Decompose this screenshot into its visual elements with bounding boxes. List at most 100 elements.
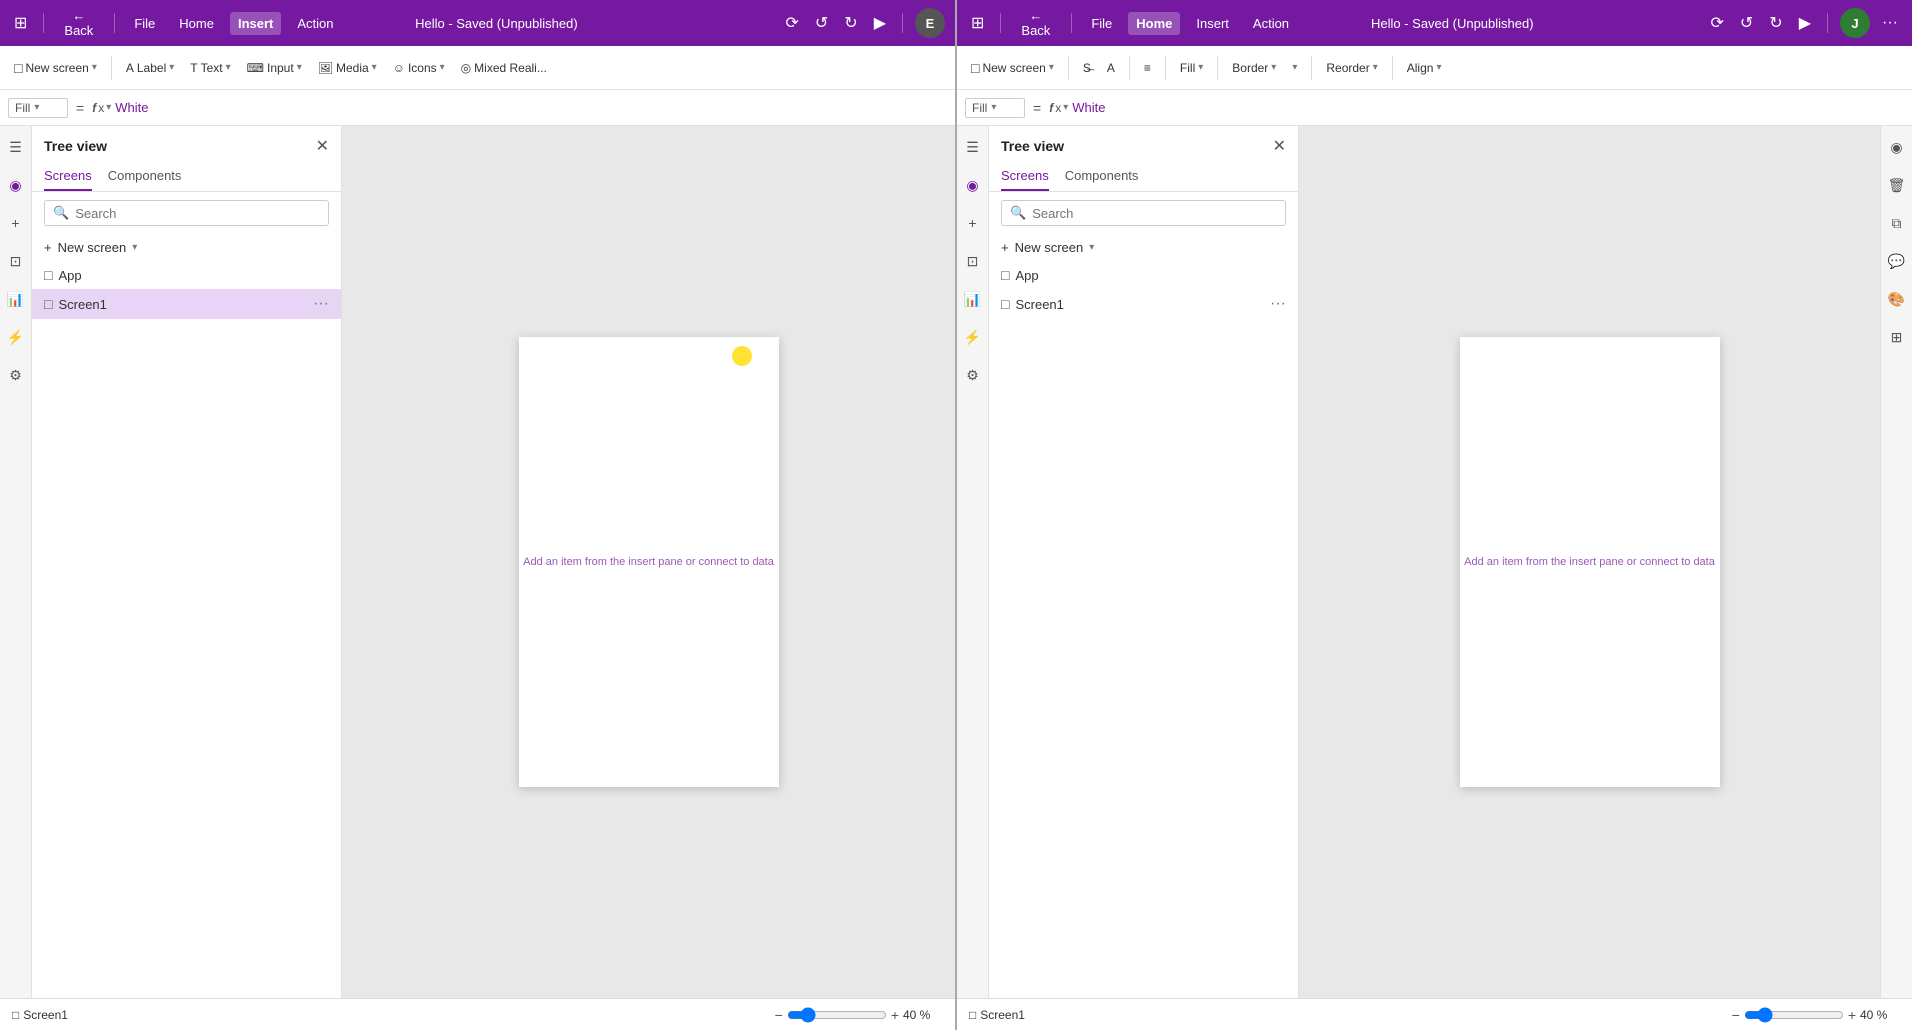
file-menu-right[interactable]: File (1083, 12, 1120, 35)
tab-components-left[interactable]: Components (108, 162, 182, 191)
sidebar-data-icon-left[interactable]: 📊 (3, 286, 29, 312)
icons-btn-left[interactable]: ☺ Icons ▾ (387, 57, 451, 79)
redo-icon-right[interactable]: ↻ (1765, 9, 1786, 37)
action-menu-left[interactable]: Action (289, 12, 341, 35)
apps-grid-icon-right[interactable]: ⊞ (967, 9, 988, 37)
sidebar-variables-icon-right[interactable]: ⚡ (960, 324, 986, 350)
canvas-hint-left: Add an item from the insert pane or conn… (523, 556, 774, 568)
reorder-btn-right[interactable]: Reorder ▾ (1320, 57, 1383, 79)
rsidebar-trash-icon-right[interactable]: 🗑 (1884, 172, 1910, 198)
zoom-in-btn-right[interactable]: + (1848, 1007, 1856, 1023)
user-avatar-left[interactable]: E (915, 8, 945, 38)
fx-right[interactable]: f x ▾ (1049, 101, 1068, 115)
fill-btn-right[interactable]: Fill ▾ (1174, 57, 1209, 79)
home-menu-left[interactable]: Home (171, 12, 222, 35)
action-menu-right[interactable]: Action (1245, 12, 1297, 35)
apps-grid-icon-left[interactable]: ⊞ (10, 9, 31, 37)
canvas-hint-right: Add an item from the insert pane or conn… (1464, 556, 1715, 568)
text-color-btn-right[interactable]: A (1101, 57, 1121, 79)
canvas-area-left: Add an item from the insert pane or conn… (342, 126, 955, 998)
new-screen-tree-right[interactable]: + New screen ▾ (989, 234, 1298, 261)
back-btn-right[interactable]: ← Back (1013, 4, 1059, 42)
fill-label-right[interactable]: Fill ▾ (965, 98, 1025, 118)
rsidebar-paint-icon-right[interactable]: 🎨 (1884, 286, 1910, 312)
align-right-btn[interactable]: Align ▾ (1401, 57, 1448, 79)
app-title-left: Hello - Saved (Unpublished) (415, 16, 578, 31)
formula-value-right: White (1072, 100, 1904, 115)
label-btn-left[interactable]: A Label ▾ (120, 57, 180, 79)
sidebar-add-icon-right[interactable]: + (960, 210, 986, 236)
tree-title-left: Tree view (44, 138, 107, 154)
sidebar-menu-icon-left[interactable]: ☰ (3, 134, 29, 160)
sidebar-layers-icon-right[interactable]: ◉ (960, 172, 986, 198)
new-screen-btn-left[interactable]: □ New screen ▾ (8, 56, 103, 80)
zoom-out-btn-left[interactable]: − (775, 1007, 783, 1023)
text-btn-left[interactable]: T Text ▾ (184, 57, 236, 79)
sidebar-components-icon-right[interactable]: ⊡ (960, 248, 986, 274)
sidebar-components-icon-left[interactable]: ⊡ (3, 248, 29, 274)
tree-title-right: Tree view (1001, 138, 1064, 154)
sidebar-menu-icon-right[interactable]: ☰ (960, 134, 986, 160)
tab-screens-left[interactable]: Screens (44, 162, 92, 191)
tree-item-app-right[interactable]: □ App (989, 261, 1298, 289)
tree-item-app-left[interactable]: □ App (32, 261, 341, 289)
canvas-screen-left[interactable]: Add an item from the insert pane or conn… (519, 337, 779, 787)
zoom-in-btn-left[interactable]: + (891, 1007, 899, 1023)
sidebar-settings-icon-right[interactable]: ⚙ (960, 362, 986, 388)
zoom-out-btn-right[interactable]: − (1732, 1007, 1740, 1023)
rsidebar-layers-icon-right[interactable]: ◉ (1884, 134, 1910, 160)
back-btn-left[interactable]: ← Back (56, 4, 102, 42)
new-screen-btn-right[interactable]: □ New screen ▾ (965, 56, 1060, 80)
ellipsis-right[interactable]: ··· (1878, 10, 1902, 36)
tab-components-right[interactable]: Components (1065, 162, 1139, 191)
undo-icon-right[interactable]: ↺ (1736, 9, 1757, 37)
file-menu-left[interactable]: File (126, 12, 163, 35)
tree-close-btn-right[interactable]: ✕ (1273, 136, 1286, 156)
sidebar-settings-icon-left[interactable]: ⚙ (3, 362, 29, 388)
sync-icon-right[interactable]: ⟳ (1706, 9, 1727, 37)
tree-close-btn-left[interactable]: ✕ (316, 136, 329, 156)
zoom-value-left: 40 % (903, 1008, 943, 1022)
formula-value-left: White (115, 100, 947, 115)
tree-search-input-right[interactable] (1032, 206, 1277, 221)
equals-right: = (1029, 100, 1045, 116)
zoom-slider-right[interactable] (1744, 1007, 1844, 1023)
rsidebar-controls-icon-right[interactable]: ⊞ (1884, 324, 1910, 350)
sync-icon-left[interactable]: ⟳ (781, 9, 802, 37)
rsidebar-duplicate-icon-right[interactable]: ⧉ (1884, 210, 1910, 236)
fx-left[interactable]: f x ▾ (92, 101, 111, 115)
sidebar-variables-icon-left[interactable]: ⚡ (3, 324, 29, 350)
rsidebar-comments-icon-right[interactable]: 💬 (1884, 248, 1910, 274)
user-avatar-right[interactable]: J (1840, 8, 1870, 38)
mixed-reality-btn-left[interactable]: ◎ Mixed Reali... (455, 57, 553, 79)
redo-icon-left[interactable]: ↻ (840, 9, 861, 37)
zoom-slider-left[interactable] (787, 1007, 887, 1023)
home-menu-right[interactable]: Home (1128, 12, 1180, 35)
strikethrough-btn-right[interactable]: S̶ (1077, 57, 1097, 79)
play-icon-right[interactable]: ▶ (1795, 9, 1815, 37)
tab-screens-right[interactable]: Screens (1001, 162, 1049, 191)
fill-label-left[interactable]: Fill ▾ (8, 98, 68, 118)
sidebar-data-icon-right[interactable]: 📊 (960, 286, 986, 312)
input-btn-left[interactable]: ⌨ Input ▾ (241, 57, 308, 79)
status-screen-left: □ Screen1 (12, 1008, 68, 1022)
align-btn-right[interactable]: ≡ (1138, 57, 1157, 79)
sidebar-add-icon-left[interactable]: + (3, 210, 29, 236)
equals-left: = (72, 100, 88, 116)
refresh-icon-left[interactable]: ↺ (811, 9, 832, 37)
play-icon-left[interactable]: ▶ (870, 9, 890, 37)
media-btn-left[interactable]: 🖼 Media ▾ (312, 57, 383, 79)
zoom-value-right: 40 % (1860, 1008, 1900, 1022)
insert-menu-right[interactable]: Insert (1188, 12, 1237, 35)
canvas-area-right: Add an item from the insert pane or conn… (1299, 126, 1880, 998)
canvas-screen-right[interactable]: Add an item from the insert pane or conn… (1460, 337, 1720, 787)
insert-menu-left[interactable]: Insert (230, 12, 281, 35)
border-btn-right[interactable]: Border ▾ (1226, 57, 1282, 79)
tree-item-screen1-left[interactable]: □ Screen1 ··· (32, 289, 341, 319)
new-screen-tree-left[interactable]: + New screen ▾ (32, 234, 341, 261)
border-dropdown-right[interactable]: ▾ (1286, 58, 1303, 77)
tree-item-screen1-right[interactable]: □ Screen1 ··· (989, 289, 1298, 319)
app-title-right: Hello - Saved (Unpublished) (1371, 16, 1534, 31)
sidebar-layers-icon-left[interactable]: ◉ (3, 172, 29, 198)
tree-search-input-left[interactable] (75, 206, 320, 221)
